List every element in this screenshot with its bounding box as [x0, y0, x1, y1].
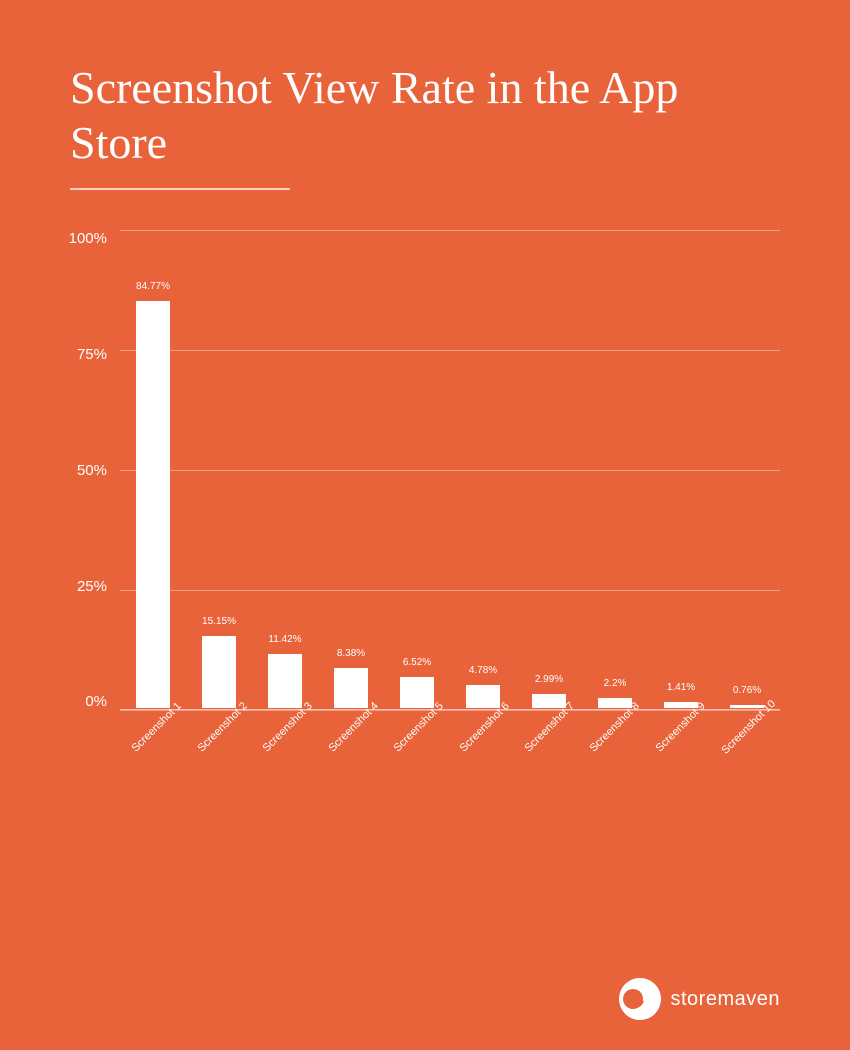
- chart-area: 100% 75% 50% 25% 0% 84.77% 15.15% 11.42% 8.…: [70, 230, 780, 810]
- bar-5: 6.52%: [400, 677, 434, 708]
- bar-value-2: 15.15%: [202, 616, 236, 627]
- bar-value-1: 84.77%: [136, 281, 170, 292]
- bar-group-7: 2.99%: [516, 230, 582, 708]
- bar-value-6: 4.78%: [469, 665, 497, 676]
- bar-value-8: 2.2%: [604, 678, 627, 689]
- y-label-75: 75%: [77, 346, 115, 363]
- grid-line-0: [120, 710, 780, 711]
- page-title: Screenshot View Rate in the App Store: [70, 60, 780, 170]
- bar-group-8: 2.2%: [582, 230, 648, 708]
- bar-group-6: 4.78%: [450, 230, 516, 708]
- bar-6: 4.78%: [466, 685, 500, 708]
- chart-baseline: [120, 709, 780, 710]
- y-label-25: 25%: [77, 578, 115, 595]
- bar-2: 15.15%: [202, 636, 236, 709]
- x-axis-labels: Screenshot 1Screenshot 2Screenshot 3Scre…: [120, 715, 780, 810]
- bars-container: 84.77% 15.15% 11.42% 8.38% 6.52% 4.78% 2.99% 2.…: [120, 230, 780, 710]
- y-label-100: 100%: [69, 230, 115, 247]
- bar-group-3: 11.42%: [252, 230, 318, 708]
- bar-1: 84.77%: [136, 301, 170, 708]
- x-label-group-8: Screenshot 8: [578, 715, 643, 810]
- x-label-group-1: Screenshot 1: [120, 715, 185, 810]
- bar-3: 11.42%: [268, 654, 302, 709]
- bar-4: 8.38%: [334, 668, 368, 708]
- bar-group-10: 0.76%: [714, 230, 780, 708]
- bar-value-10: 0.76%: [733, 685, 761, 696]
- y-label-0: 0%: [85, 693, 115, 710]
- logo-text: storemaven: [671, 988, 781, 1011]
- x-label-group-9: Screenshot 9: [644, 715, 709, 810]
- bar-group-1: 84.77%: [120, 230, 186, 708]
- x-label-group-4: Screenshot 4: [316, 715, 381, 810]
- title-divider: [70, 188, 290, 190]
- x-label-group-6: Screenshot 6: [447, 715, 512, 810]
- x-label-group-2: Screenshot 2: [185, 715, 250, 810]
- bar-value-3: 11.42%: [268, 634, 301, 645]
- logo-section: storemaven: [619, 978, 781, 1020]
- bar-value-5: 6.52%: [403, 657, 431, 668]
- title-section: Screenshot View Rate in the App Store: [70, 60, 780, 190]
- chart-inner: 84.77% 15.15% 11.42% 8.38% 6.52% 4.78% 2.99% 2.…: [120, 230, 780, 710]
- x-label-group-5: Screenshot 5: [382, 715, 447, 810]
- bar-value-4: 8.38%: [337, 648, 365, 659]
- bar-group-2: 15.15%: [186, 230, 252, 708]
- logo-svg: [619, 978, 661, 1020]
- x-label-group-10: Screenshot 10: [709, 715, 780, 810]
- bar-value-9: 1.41%: [667, 682, 695, 693]
- bar-group-4: 8.38%: [318, 230, 384, 708]
- logo-icon: [619, 978, 661, 1020]
- bar-value-7: 2.99%: [535, 674, 563, 685]
- y-label-50: 50%: [77, 462, 115, 479]
- x-label-group-7: Screenshot 7: [513, 715, 578, 810]
- bar-group-9: 1.41%: [648, 230, 714, 708]
- bar-group-5: 6.52%: [384, 230, 450, 708]
- y-axis-labels: 100% 75% 50% 25% 0%: [70, 230, 115, 710]
- x-label-group-3: Screenshot 3: [251, 715, 316, 810]
- page-container: Screenshot View Rate in the App Store 10…: [0, 0, 850, 1050]
